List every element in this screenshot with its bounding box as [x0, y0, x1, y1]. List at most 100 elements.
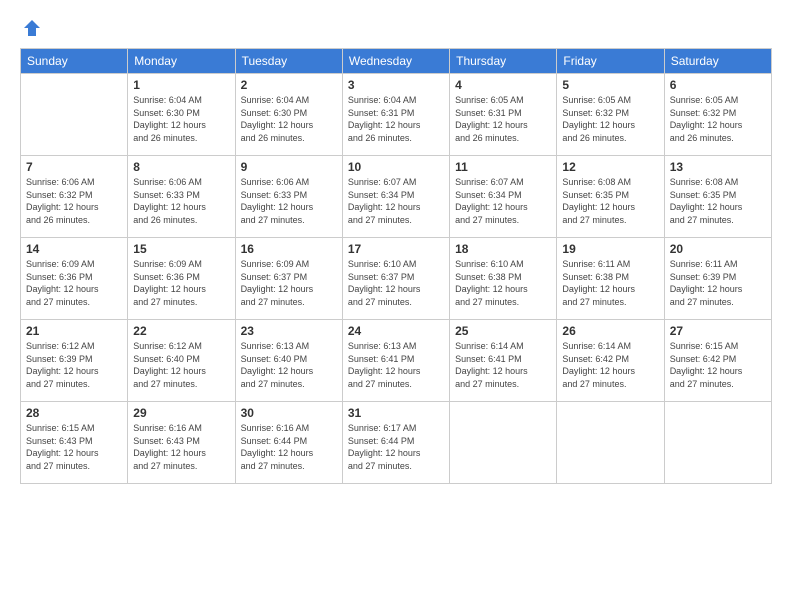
day-info: Sunrise: 6:13 AM Sunset: 6:41 PM Dayligh… [348, 340, 444, 390]
day-info: Sunrise: 6:04 AM Sunset: 6:30 PM Dayligh… [241, 94, 337, 144]
day-header-sunday: Sunday [21, 49, 128, 74]
day-number: 15 [133, 242, 229, 256]
week-row-3: 14 Sunrise: 6:09 AM Sunset: 6:36 PM Dayli… [21, 238, 772, 320]
day-info: Sunrise: 6:15 AM Sunset: 6:43 PM Dayligh… [26, 422, 122, 472]
day-info: Sunrise: 6:14 AM Sunset: 6:42 PM Dayligh… [562, 340, 658, 390]
week-row-5: 28 Sunrise: 6:15 AM Sunset: 6:43 PM Dayli… [21, 402, 772, 484]
day-number: 9 [241, 160, 337, 174]
day-header-friday: Friday [557, 49, 664, 74]
calendar-cell: 7Sunrise: 6:06 AM Sunset: 6:32 PM Daylig… [21, 156, 128, 238]
day-info: Sunrise: 6:17 AM Sunset: 6:44 PM Dayligh… [348, 422, 444, 472]
day-info: Sunrise: 6:04 AM Sunset: 6:31 PM Dayligh… [348, 94, 444, 144]
calendar-cell: 28 Sunrise: 6:15 AM Sunset: 6:43 PM Dayli… [21, 402, 128, 484]
day-number: 24 [348, 324, 444, 338]
day-number: 23 [241, 324, 337, 338]
day-number: 16 [241, 242, 337, 256]
day-number: 20 [670, 242, 766, 256]
calendar-cell: 6 Sunrise: 6:05 AM Sunset: 6:32 PM Daylig… [664, 74, 771, 156]
day-number: 2 [241, 78, 337, 92]
day-info: Sunrise: 6:09 AM Sunset: 6:37 PM Dayligh… [241, 258, 337, 308]
calendar-cell: 16 Sunrise: 6:09 AM Sunset: 6:37 PM Dayli… [235, 238, 342, 320]
calendar-cell: 18 Sunrise: 6:10 AM Sunset: 6:38 PM Dayli… [450, 238, 557, 320]
calendar-cell [21, 74, 128, 156]
day-info: Sunrise: 6:09 AM Sunset: 6:36 PM Dayligh… [133, 258, 229, 308]
day-info: Sunrise: 6:05 AM Sunset: 6:32 PM Dayligh… [562, 94, 658, 144]
logo-icon [22, 18, 42, 38]
day-number: 28 [26, 406, 122, 420]
day-number: 3 [348, 78, 444, 92]
day-number: 14 [26, 242, 122, 256]
day-number: 30 [241, 406, 337, 420]
day-info: Sunrise: 6:07 AM Sunset: 6:34 PM Dayligh… [348, 176, 444, 226]
week-row-1: 1 Sunrise: 6:04 AM Sunset: 6:30 PM Daylig… [21, 74, 772, 156]
day-number: 17 [348, 242, 444, 256]
week-row-4: 21 Sunrise: 6:12 AM Sunset: 6:39 PM Dayli… [21, 320, 772, 402]
day-number: 25 [455, 324, 551, 338]
calendar-cell: 10 Sunrise: 6:07 AM Sunset: 6:34 PM Dayli… [342, 156, 449, 238]
day-header-saturday: Saturday [664, 49, 771, 74]
day-number: 21 [26, 324, 122, 338]
calendar-cell: 29 Sunrise: 6:16 AM Sunset: 6:43 PM Dayli… [128, 402, 235, 484]
day-info: Sunrise: 6:10 AM Sunset: 6:37 PM Dayligh… [348, 258, 444, 308]
day-info: Sunrise: 6:16 AM Sunset: 6:43 PM Dayligh… [133, 422, 229, 472]
calendar-cell: 17 Sunrise: 6:10 AM Sunset: 6:37 PM Dayli… [342, 238, 449, 320]
calendar-cell: 20 Sunrise: 6:11 AM Sunset: 6:39 PM Dayli… [664, 238, 771, 320]
day-number: 18 [455, 242, 551, 256]
calendar-cell: 12 Sunrise: 6:08 AM Sunset: 6:35 PM Dayli… [557, 156, 664, 238]
day-info: Sunrise: 6:08 AM Sunset: 6:35 PM Dayligh… [670, 176, 766, 226]
calendar-cell: 24 Sunrise: 6:13 AM Sunset: 6:41 PM Dayli… [342, 320, 449, 402]
calendar-cell: 15 Sunrise: 6:09 AM Sunset: 6:36 PM Dayli… [128, 238, 235, 320]
calendar-cell: 23Sunrise: 6:13 AM Sunset: 6:40 PM Dayli… [235, 320, 342, 402]
day-header-monday: Monday [128, 49, 235, 74]
day-number: 11 [455, 160, 551, 174]
calendar-cell: 4 Sunrise: 6:05 AM Sunset: 6:31 PM Daylig… [450, 74, 557, 156]
day-info: Sunrise: 6:08 AM Sunset: 6:35 PM Dayligh… [562, 176, 658, 226]
calendar-cell [450, 402, 557, 484]
day-info: Sunrise: 6:10 AM Sunset: 6:38 PM Dayligh… [455, 258, 551, 308]
day-number: 10 [348, 160, 444, 174]
calendar-cell: 3 Sunrise: 6:04 AM Sunset: 6:31 PM Daylig… [342, 74, 449, 156]
day-header-tuesday: Tuesday [235, 49, 342, 74]
day-number: 26 [562, 324, 658, 338]
calendar-cell: 1 Sunrise: 6:04 AM Sunset: 6:30 PM Daylig… [128, 74, 235, 156]
day-info: Sunrise: 6:05 AM Sunset: 6:32 PM Dayligh… [670, 94, 766, 144]
day-number: 5 [562, 78, 658, 92]
day-number: 8 [133, 160, 229, 174]
calendar-cell: 5 Sunrise: 6:05 AM Sunset: 6:32 PM Daylig… [557, 74, 664, 156]
calendar-cell: 25Sunrise: 6:14 AM Sunset: 6:41 PM Dayli… [450, 320, 557, 402]
day-number: 6 [670, 78, 766, 92]
day-number: 12 [562, 160, 658, 174]
day-header-wednesday: Wednesday [342, 49, 449, 74]
calendar-cell: 9Sunrise: 6:06 AM Sunset: 6:33 PM Daylig… [235, 156, 342, 238]
calendar-cell: 21 Sunrise: 6:12 AM Sunset: 6:39 PM Dayli… [21, 320, 128, 402]
day-info: Sunrise: 6:11 AM Sunset: 6:39 PM Dayligh… [670, 258, 766, 308]
day-info: Sunrise: 6:16 AM Sunset: 6:44 PM Dayligh… [241, 422, 337, 472]
calendar-cell [664, 402, 771, 484]
day-info: Sunrise: 6:15 AM Sunset: 6:42 PM Dayligh… [670, 340, 766, 390]
header-row: SundayMondayTuesdayWednesdayThursdayFrid… [21, 49, 772, 74]
day-number: 29 [133, 406, 229, 420]
day-number: 31 [348, 406, 444, 420]
day-info: Sunrise: 6:12 AM Sunset: 6:40 PM Dayligh… [133, 340, 229, 390]
day-info: Sunrise: 6:06 AM Sunset: 6:32 PM Dayligh… [26, 176, 122, 226]
day-info: Sunrise: 6:04 AM Sunset: 6:30 PM Dayligh… [133, 94, 229, 144]
day-number: 27 [670, 324, 766, 338]
day-info: Sunrise: 6:12 AM Sunset: 6:39 PM Dayligh… [26, 340, 122, 390]
calendar-cell: 19 Sunrise: 6:11 AM Sunset: 6:38 PM Dayli… [557, 238, 664, 320]
calendar-cell: 14Sunrise: 6:09 AM Sunset: 6:36 PM Dayli… [21, 238, 128, 320]
day-info: Sunrise: 6:07 AM Sunset: 6:34 PM Dayligh… [455, 176, 551, 226]
day-number: 4 [455, 78, 551, 92]
day-number: 1 [133, 78, 229, 92]
day-info: Sunrise: 6:05 AM Sunset: 6:31 PM Dayligh… [455, 94, 551, 144]
calendar: SundayMondayTuesdayWednesdayThursdayFrid… [20, 48, 772, 484]
calendar-cell: 13Sunrise: 6:08 AM Sunset: 6:35 PM Dayli… [664, 156, 771, 238]
calendar-cell: 2 Sunrise: 6:04 AM Sunset: 6:30 PM Daylig… [235, 74, 342, 156]
day-info: Sunrise: 6:06 AM Sunset: 6:33 PM Dayligh… [133, 176, 229, 226]
day-info: Sunrise: 6:11 AM Sunset: 6:38 PM Dayligh… [562, 258, 658, 308]
calendar-cell: 27 Sunrise: 6:15 AM Sunset: 6:42 PM Dayli… [664, 320, 771, 402]
day-header-thursday: Thursday [450, 49, 557, 74]
logo [20, 18, 42, 38]
day-number: 19 [562, 242, 658, 256]
calendar-cell [557, 402, 664, 484]
page: SundayMondayTuesdayWednesdayThursdayFrid… [0, 0, 792, 612]
